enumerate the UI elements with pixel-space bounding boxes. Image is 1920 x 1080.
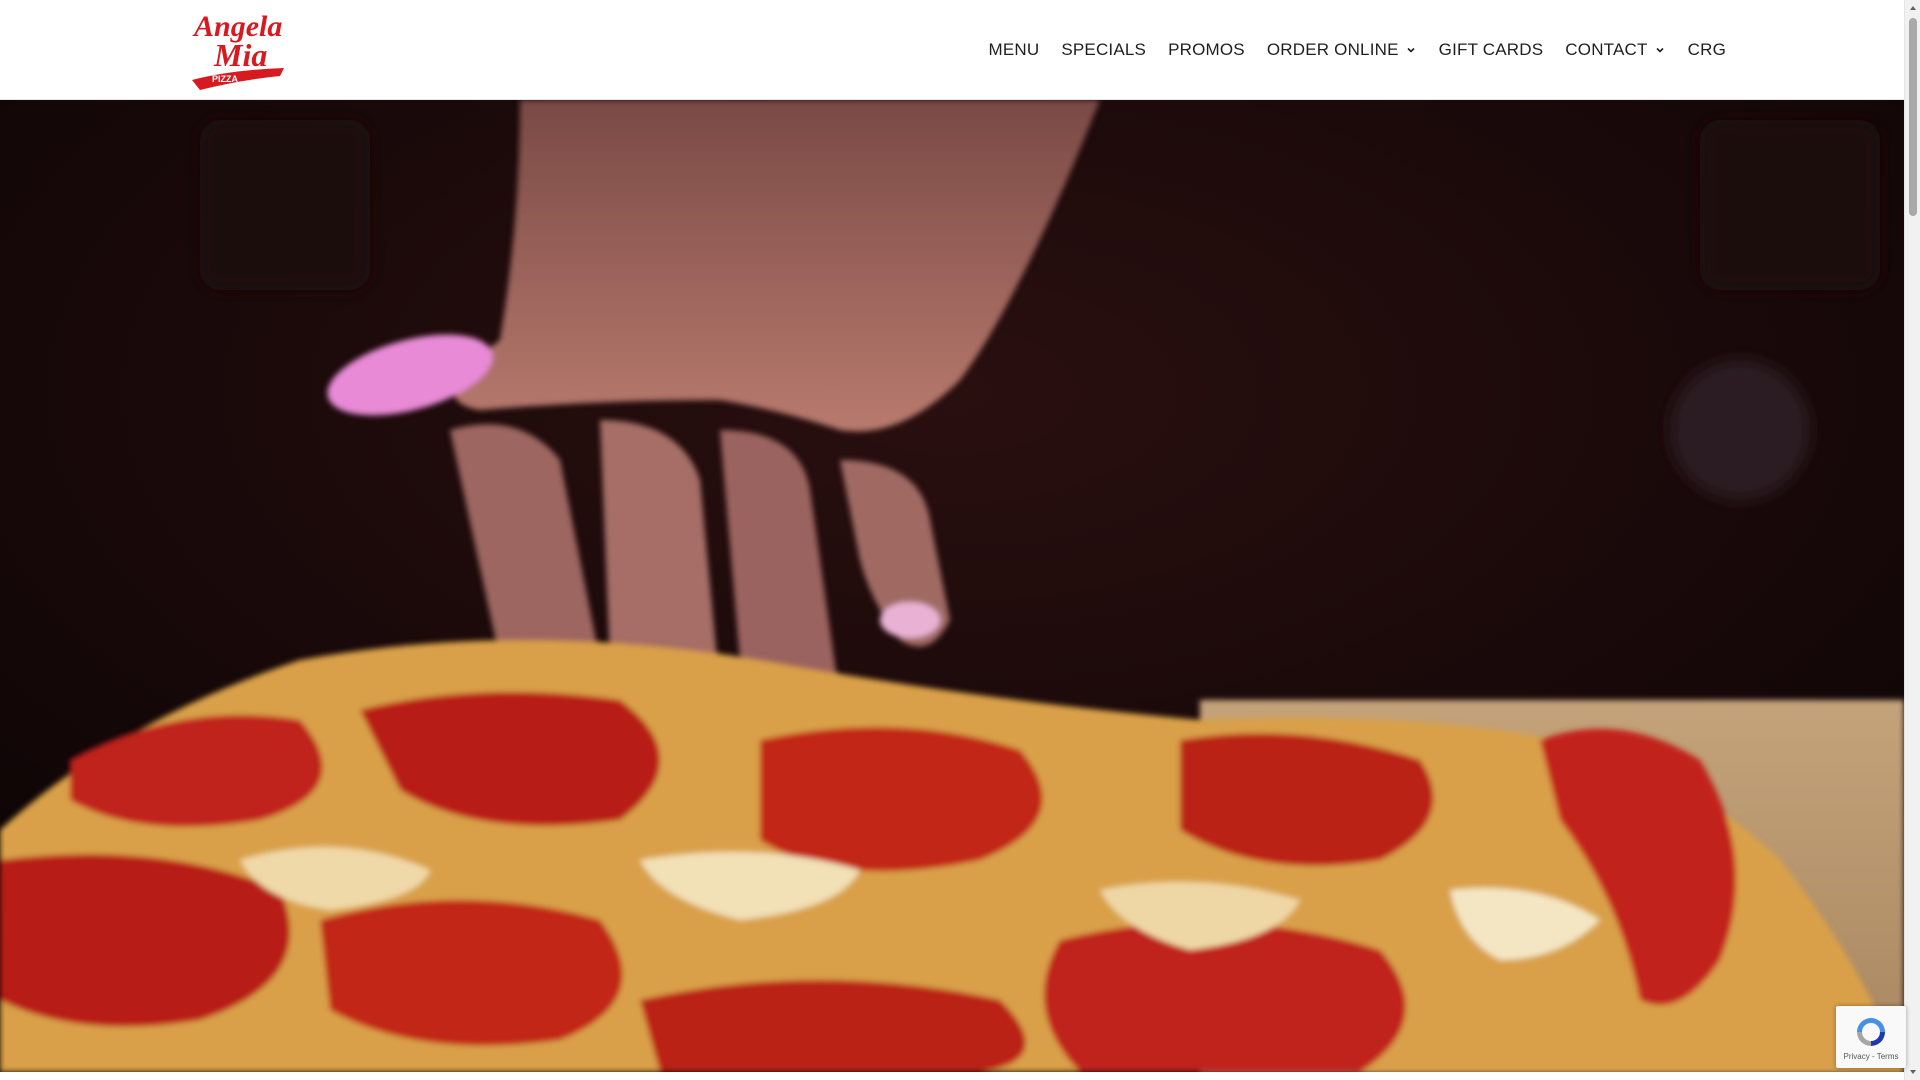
scroll-thumb[interactable] [1909,18,1917,216]
nav-item-label: PROMOS [1168,40,1245,59]
nav-item-label: ORDER ONLINE [1266,40,1399,59]
nav-item-label: CRG [1687,40,1726,59]
scroll-down-arrow-icon[interactable] [1905,1064,1920,1080]
nav-item-crg[interactable]: CRG [1688,40,1726,60]
nav-item-specials[interactable]: SPECIALS [1061,40,1146,60]
nav-item-order-online[interactable]: ORDER ONLINE [1267,40,1417,60]
nav-item-label: GIFT CARDS [1438,40,1544,59]
nav-item-menu[interactable]: MENU [988,40,1039,60]
recaptcha-privacy-terms[interactable]: Privacy - Terms [1844,1052,1899,1061]
nav-item-gift-cards[interactable]: GIFT CARDS [1439,40,1544,60]
nav-item-promos[interactable]: PROMOS [1168,40,1245,60]
recaptcha-icon [1857,1017,1885,1046]
page-scrollbar[interactable] [1904,0,1920,1080]
nav-item-label: CONTACT [1565,40,1648,59]
chevron-down-icon [1407,47,1415,53]
nav-item-label: SPECIALS [1061,40,1147,59]
logo-tag: PIZZA [212,74,238,84]
nav-item-contact[interactable]: CONTACT [1565,40,1665,60]
main-nav: MENU SPECIALS PROMOS ORDER ONLINE GIFT C… [988,0,1726,100]
hero-pizza-image [0,100,1904,1072]
site-header: Angela Mia PIZZA MENU SPECIALS PROMOS OR… [0,0,1904,100]
angela-mia-logo[interactable]: Angela Mia PIZZA [190,10,290,92]
logo-graphic: Angela Mia PIZZA [192,10,284,90]
hero-video [0,100,1904,1072]
nav-item-label: MENU [988,40,1040,59]
scroll-up-arrow-icon[interactable] [1905,0,1920,16]
recaptcha-badge[interactable]: Privacy - Terms [1836,1006,1906,1068]
page-bottom-strip [0,1072,1904,1080]
chevron-down-icon [1656,47,1664,53]
logo-line2: Mia [213,37,267,73]
